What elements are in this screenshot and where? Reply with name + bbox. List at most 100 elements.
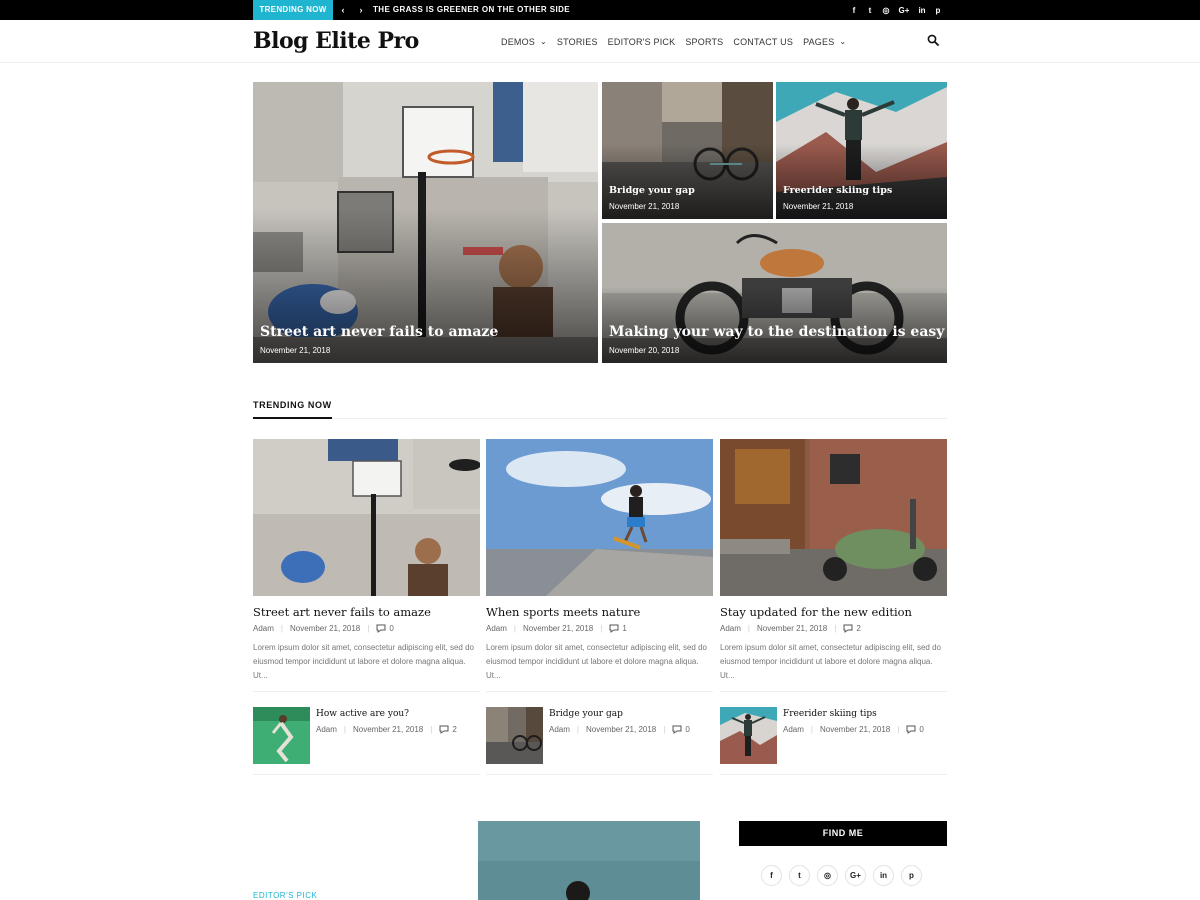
trending-card: When sports meets nature Adam | November… — [486, 439, 713, 692]
linkedin-icon[interactable]: in — [918, 6, 926, 15]
author-link[interactable]: Adam — [720, 624, 741, 633]
twitter-icon[interactable]: t — [866, 6, 874, 15]
trending-card: Stay updated for the new edition Adam | … — [720, 439, 947, 692]
meta-separator: | — [897, 725, 900, 734]
site-logo[interactable]: Blog Elite Pro — [253, 28, 419, 54]
facebook-icon[interactable]: f — [850, 6, 858, 15]
mini-post-title[interactable]: Freerider skiing tips — [783, 709, 877, 719]
hero-date: November 21, 2018 — [783, 202, 854, 211]
card-divider — [720, 691, 947, 692]
nav-item-editors-pick[interactable]: EDITOR'S PICK — [608, 37, 676, 47]
author-link[interactable]: Adam — [316, 725, 337, 734]
top-social-links: f t ◎ G+ in p — [850, 0, 942, 20]
mini-post-title[interactable]: How active are you? — [316, 709, 409, 719]
nav-item-pages[interactable]: PAGES ⌄ — [803, 37, 846, 47]
google-plus-icon[interactable]: G+ — [898, 6, 910, 15]
hero-post-small-2[interactable]: Freerider skiing tips November 21, 2018 — [776, 82, 947, 219]
card-image[interactable] — [253, 439, 480, 596]
nav-item-sports[interactable]: SPORTS — [685, 37, 723, 47]
editors-pick-image[interactable] — [478, 821, 700, 900]
mini-post-image[interactable] — [720, 707, 777, 764]
card-title[interactable]: Stay updated for the new edition — [720, 605, 947, 619]
meta-separator: | — [663, 725, 666, 734]
card-image[interactable] — [486, 439, 713, 596]
meta-separator: | — [430, 725, 433, 734]
ticker-headline[interactable]: THE GRASS IS GREENER ON THE OTHER SIDE — [373, 0, 570, 20]
instagram-icon[interactable]: ◎ — [882, 6, 890, 15]
comment-count: 2 — [452, 725, 457, 734]
twitter-icon[interactable]: t — [789, 865, 810, 886]
mini-post: How active are you? Adam | November 21, … — [253, 707, 480, 775]
hero-title[interactable]: Freerider skiing tips — [783, 185, 892, 196]
comment-count: 0 — [389, 624, 394, 633]
find-me-heading: FIND ME — [739, 821, 947, 846]
hero-title[interactable]: Street art never fails to amaze — [260, 324, 498, 340]
card-divider — [253, 691, 480, 692]
search-icon[interactable] — [927, 34, 939, 46]
comment-icon — [609, 624, 619, 633]
mini-post-title[interactable]: Bridge your gap — [549, 709, 623, 719]
comments-link[interactable]: 1 — [609, 624, 627, 633]
author-link[interactable]: Adam — [253, 624, 274, 633]
card-image[interactable] — [720, 439, 947, 596]
facebook-icon[interactable]: f — [761, 865, 782, 886]
instagram-icon[interactable]: ◎ — [817, 865, 838, 886]
linkedin-icon[interactable]: in — [873, 865, 894, 886]
google-plus-icon[interactable]: G+ — [845, 865, 866, 886]
nav-item-demos[interactable]: DEMOS ⌄ — [501, 37, 547, 47]
pinterest-icon[interactable]: p — [934, 6, 942, 15]
comments-link[interactable]: 0 — [672, 725, 690, 734]
chevron-left-icon[interactable]: ‹ — [336, 0, 350, 20]
meta-separator: | — [600, 624, 603, 633]
nav-item-contact-us[interactable]: CONTACT US — [733, 37, 793, 47]
meta-separator: | — [810, 725, 813, 734]
overlay-gradient — [776, 82, 947, 219]
card-title[interactable]: Street art never fails to amaze — [253, 605, 480, 619]
editors-pick-label[interactable]: EDITOR'S PICK — [253, 891, 317, 900]
chevron-right-icon[interactable]: › — [354, 0, 368, 20]
skateboarder-image — [486, 439, 713, 596]
hero-post-large[interactable]: Street art never fails to amaze November… — [253, 82, 598, 363]
nav-label: STORIES — [556, 36, 598, 47]
mini-post-image[interactable] — [253, 707, 310, 764]
nav-label: DEMOS — [501, 36, 536, 47]
portrait-image — [478, 821, 700, 900]
trending-card: Street art never fails to amaze Adam | N… — [253, 439, 480, 692]
site-header: Blog Elite Pro DEMOS ⌄ STORIES EDITOR'S P… — [0, 20, 1200, 63]
nav-item-stories[interactable]: STORIES — [557, 37, 598, 47]
meta-separator: | — [576, 725, 579, 734]
post-meta: Adam | November 21, 2018 | 0 — [253, 624, 480, 633]
comment-icon — [672, 725, 682, 734]
author-link[interactable]: Adam — [486, 624, 507, 633]
comment-count: 2 — [856, 624, 861, 633]
comments-link[interactable]: 2 — [439, 725, 457, 734]
comments-link[interactable]: 0 — [376, 624, 394, 633]
hero-date: November 21, 2018 — [609, 202, 680, 211]
hero-post-wide[interactable]: Making your way to the destination is ea… — [602, 223, 947, 363]
author-link[interactable]: Adam — [783, 725, 804, 734]
post-date: November 21, 2018 — [352, 725, 424, 734]
overlay-gradient — [253, 82, 598, 363]
meta-separator: | — [513, 624, 516, 633]
post-date: November 21, 2018 — [522, 624, 594, 633]
meta-separator: | — [747, 624, 750, 633]
card-excerpt: Lorem ipsum dolor sit amet, consectetur … — [720, 643, 941, 680]
pinterest-icon[interactable]: p — [901, 865, 922, 886]
meta-separator: | — [280, 624, 283, 633]
comments-link[interactable]: 2 — [843, 624, 861, 633]
hero-title[interactable]: Bridge your gap — [609, 185, 695, 196]
author-link[interactable]: Adam — [549, 725, 570, 734]
comment-icon — [906, 725, 916, 734]
post-meta: Adam | November 21, 2018 | 2 — [316, 725, 457, 734]
mini-post-image[interactable] — [486, 707, 543, 764]
comments-link[interactable]: 0 — [906, 725, 924, 734]
hero-title[interactable]: Making your way to the destination is ea… — [609, 324, 944, 340]
street-art-image — [253, 439, 480, 596]
meta-separator: | — [367, 624, 370, 633]
card-title[interactable]: When sports meets nature — [486, 605, 713, 619]
meta-separator: | — [834, 624, 837, 633]
trending-badge: TRENDING NOW — [253, 0, 333, 20]
hero-post-small-1[interactable]: Bridge your gap November 21, 2018 — [602, 82, 773, 219]
mini-post: Freerider skiing tips Adam | November 21… — [720, 707, 947, 775]
post-meta: Adam | November 21, 2018 | 0 — [783, 725, 924, 734]
